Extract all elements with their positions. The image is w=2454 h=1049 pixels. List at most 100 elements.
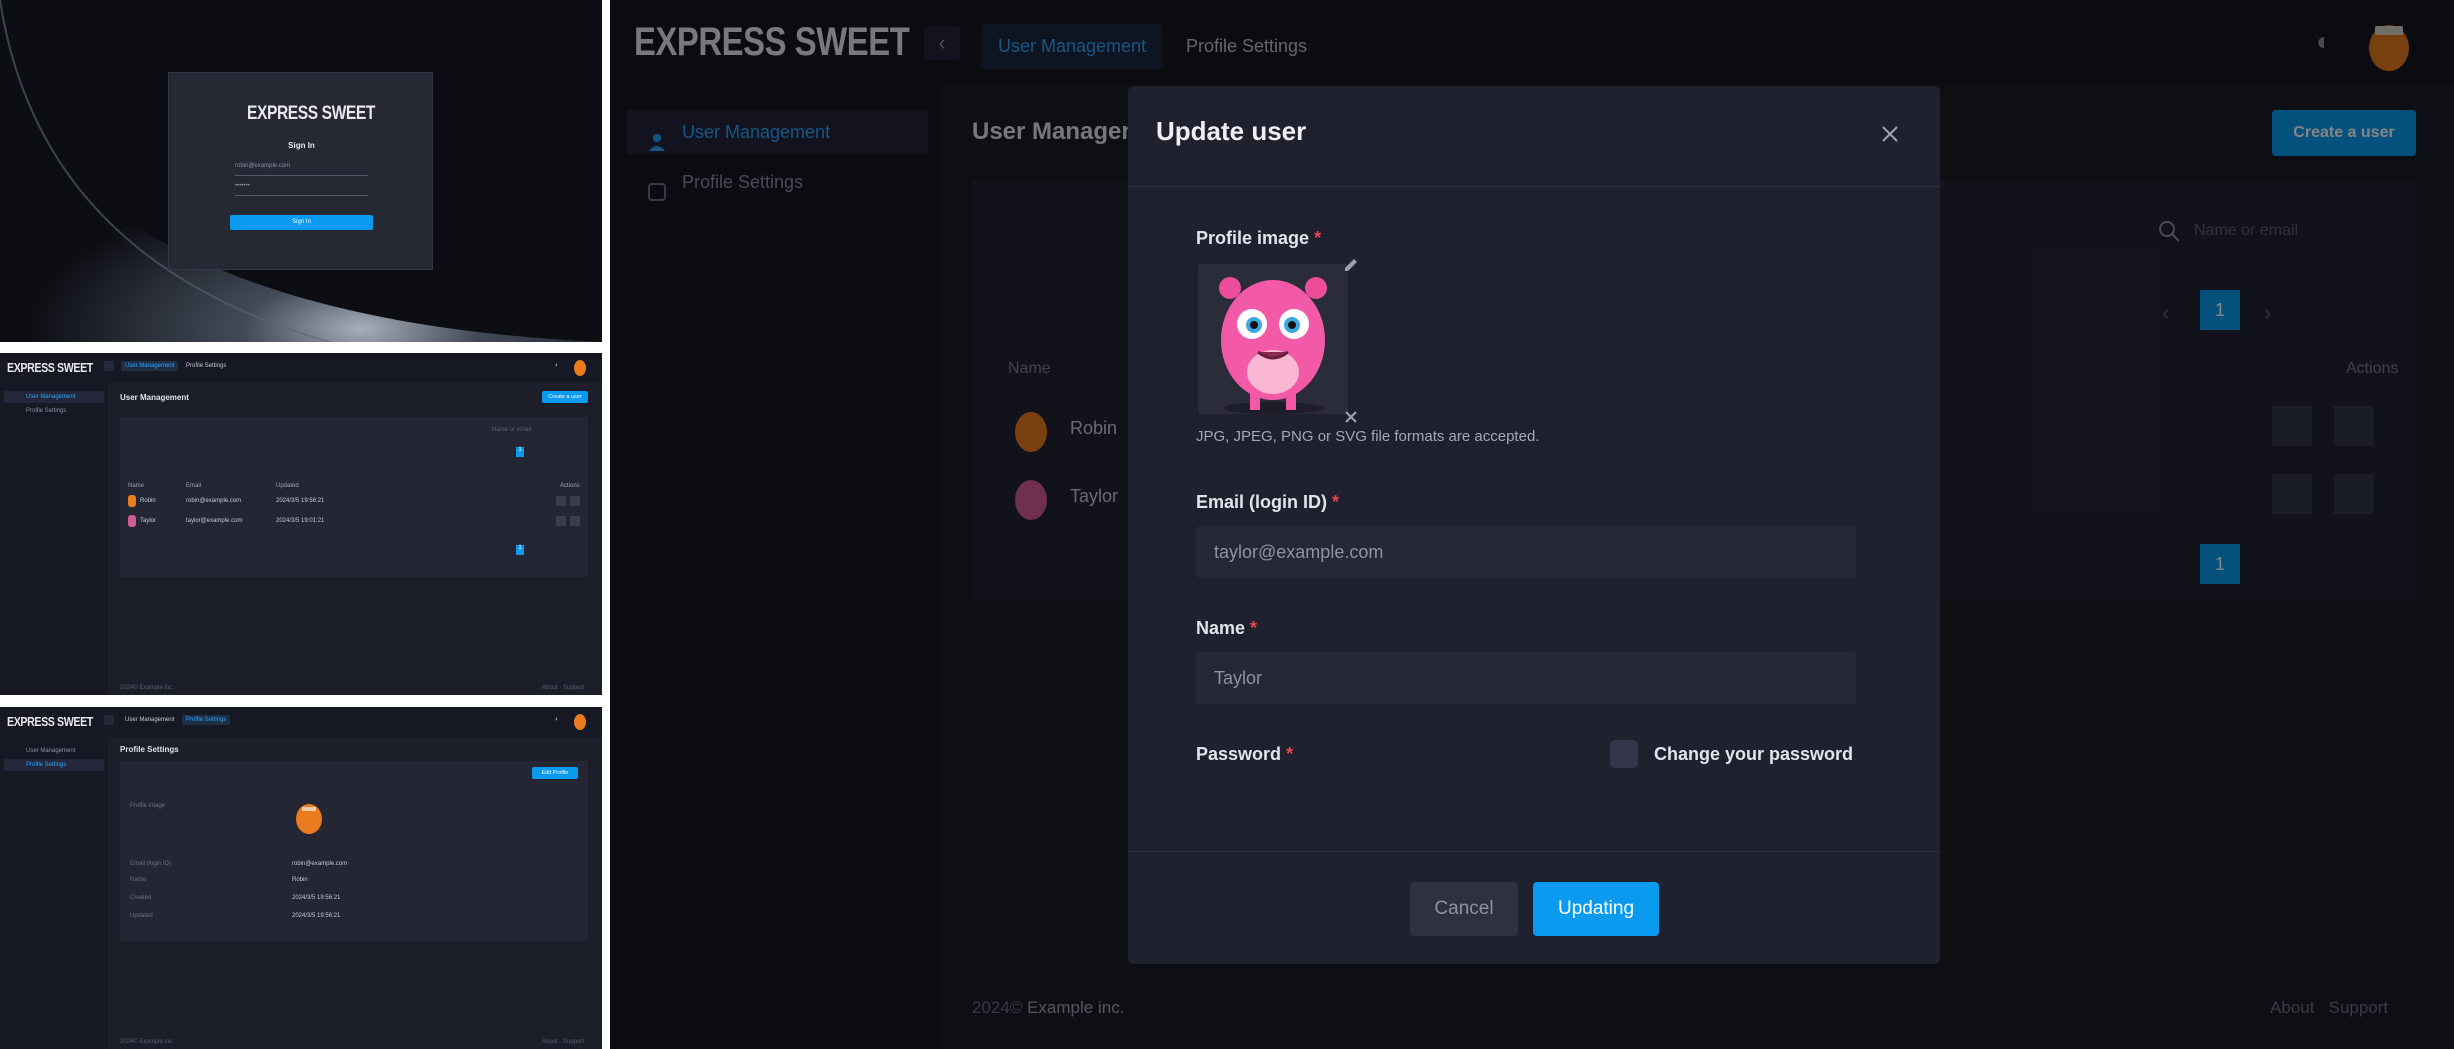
create-user-button[interactable]: Create a user [542, 391, 588, 403]
main-screenshot: EXPRESS SWEET ‹ User Management Profile … [610, 0, 2454, 1049]
tab-user-management[interactable]: User Management [121, 715, 178, 725]
trash-icon[interactable] [570, 496, 580, 506]
signin-card: EXPRESS SWEET Sign In robin@example.com … [168, 72, 433, 270]
footer-links: About · Support [542, 685, 585, 691]
page-title: User Management [120, 393, 189, 402]
email-label-text: Email (login ID) [1196, 492, 1328, 512]
edit-pencil-icon[interactable] [1342, 256, 1360, 274]
edit-profile-button[interactable]: Edit Profile [532, 767, 578, 779]
remove-image-icon[interactable] [1344, 410, 1358, 424]
pagination-current[interactable]: 1 [516, 447, 524, 457]
tab-profile-settings[interactable]: Profile Settings [182, 361, 230, 371]
row-taylor-email: taylor@example.com [186, 518, 243, 524]
update-user-modal: Update user Profile image * JPG, JPEG, P… [1128, 86, 1940, 964]
profile-image [1219, 277, 1327, 414]
column-name[interactable]: Name [128, 483, 144, 489]
updated-value: 2024/3/5 19:56:21 [292, 913, 341, 919]
sidebar: User Management Profile Settings [0, 737, 108, 1049]
sidebar-item-profile[interactable]: Profile Settings [4, 405, 104, 417]
sidebar: User Management Profile Settings [0, 383, 108, 695]
email-label: Email (login ID) * [1196, 492, 1339, 513]
footer-year: 2024© [120, 685, 138, 691]
profile-avatar [296, 804, 322, 834]
tab-profile-settings[interactable]: Profile Settings [182, 715, 231, 725]
footer-company: Example inc. [139, 685, 174, 691]
chevron-left-icon[interactable] [104, 361, 114, 371]
avatar[interactable] [572, 356, 588, 376]
name-label-text: Name [1196, 618, 1246, 638]
formats-hint: JPG, JPEG, PNG or SVG file formats are a… [1196, 428, 1540, 445]
brand-logo: EXPRESS SWEET [7, 714, 93, 729]
sidebar-item-profile[interactable]: Profile Settings [4, 759, 104, 771]
users-screenshot: EXPRESS SWEET User Management Profile Se… [0, 353, 602, 695]
column-actions: Actions [560, 483, 580, 489]
brand-logo: EXPRESS SWEET [247, 103, 376, 124]
signin-title: Sign In [288, 141, 315, 150]
created-value: 2024/3/5 19:56:21 [292, 895, 341, 901]
brand-logo: EXPRESS SWEET [7, 360, 93, 375]
required-mark: * [1332, 492, 1340, 512]
close-icon[interactable] [1880, 124, 1900, 144]
name-field[interactable]: Taylor [1196, 652, 1856, 704]
email-value: robin@example.com [292, 861, 348, 867]
footer-about[interactable]: About [542, 1039, 558, 1045]
modal-divider [1128, 851, 1940, 852]
moon-icon[interactable]: ◐ [555, 362, 559, 369]
profile-screenshot: EXPRESS SWEET User Management Profile Se… [0, 707, 602, 1049]
email-label: Email (login ID) [130, 861, 172, 867]
signin-screenshot: EXPRESS SWEET Sign In robin@example.com … [0, 0, 602, 342]
toggle-icon[interactable] [556, 516, 566, 526]
required-mark: * [1314, 228, 1322, 248]
modal-title: Update user [1156, 116, 1307, 146]
sidebar-item-users[interactable]: User Management [4, 745, 104, 757]
row-taylor-name: Taylor [140, 518, 157, 524]
footer-about[interactable]: About [542, 685, 558, 691]
modal-divider [1128, 186, 1940, 187]
pagination-current[interactable]: 1 [516, 545, 524, 555]
profile-card: Edit Profile Profile image Email (login … [120, 761, 588, 941]
toggle-icon[interactable] [556, 496, 566, 506]
profile-image-preview[interactable] [1198, 264, 1348, 414]
signin-email-input[interactable]: robin@example.com [235, 163, 368, 176]
updated-label: Updated [130, 913, 153, 919]
password-label-text: Password [1196, 744, 1282, 764]
footer-support[interactable]: Support [563, 1039, 584, 1045]
email-field[interactable]: taylor@example.com [1196, 526, 1856, 578]
profile-image-label: Profile image * [1196, 228, 1321, 249]
users-table-card: Name or email 1 Name Email Updated Actio… [120, 417, 588, 577]
trash-icon[interactable] [570, 516, 580, 526]
cancel-button[interactable]: Cancel [1410, 882, 1518, 936]
row-robin-email: robin@example.com [186, 498, 242, 504]
avatar-taylor [128, 515, 136, 527]
footer-copyright: 2024© Example inc. [120, 1039, 174, 1045]
row-robin-name: Robin [140, 498, 156, 504]
footer-support[interactable]: Support [563, 685, 584, 691]
change-password-checkbox[interactable] [1610, 740, 1638, 768]
search-input[interactable]: Name or email [492, 427, 531, 433]
row-robin-updated: 2024/3/5 19:56:21 [276, 498, 325, 504]
required-mark: * [1286, 744, 1294, 764]
signin-button[interactable]: Sign In [230, 215, 373, 230]
chevron-left-icon[interactable] [104, 715, 114, 725]
profile-image-label-text: Profile image [1196, 228, 1310, 248]
avatar-robin [128, 495, 136, 507]
sidebar-item-users[interactable]: User Management [4, 391, 104, 403]
footer-company: Example inc. [139, 1039, 174, 1045]
password-label: Password * [1196, 744, 1293, 765]
avatar[interactable] [572, 710, 588, 730]
name-value: Robin [292, 877, 308, 883]
signin-password-input[interactable]: ••••••• [235, 183, 368, 196]
row-taylor-updated: 2024/3/5 19:01:21 [276, 518, 325, 524]
page-title: Profile Settings [120, 745, 179, 754]
name-label: Name * [1196, 618, 1257, 639]
change-password-label[interactable]: Change your password [1654, 744, 1853, 765]
main-area: User Management Create a user Name or em… [108, 383, 602, 695]
profile-image-label: Profile image [130, 803, 166, 809]
updating-button[interactable]: Updating [1533, 882, 1659, 936]
footer-copyright: 2024© Example inc. [120, 685, 174, 691]
moon-icon[interactable]: ◐ [555, 716, 559, 723]
name-label: Name [130, 877, 147, 883]
tab-user-management[interactable]: User Management [121, 361, 179, 371]
column-updated: Updated [276, 483, 299, 489]
required-mark: * [1250, 618, 1258, 638]
